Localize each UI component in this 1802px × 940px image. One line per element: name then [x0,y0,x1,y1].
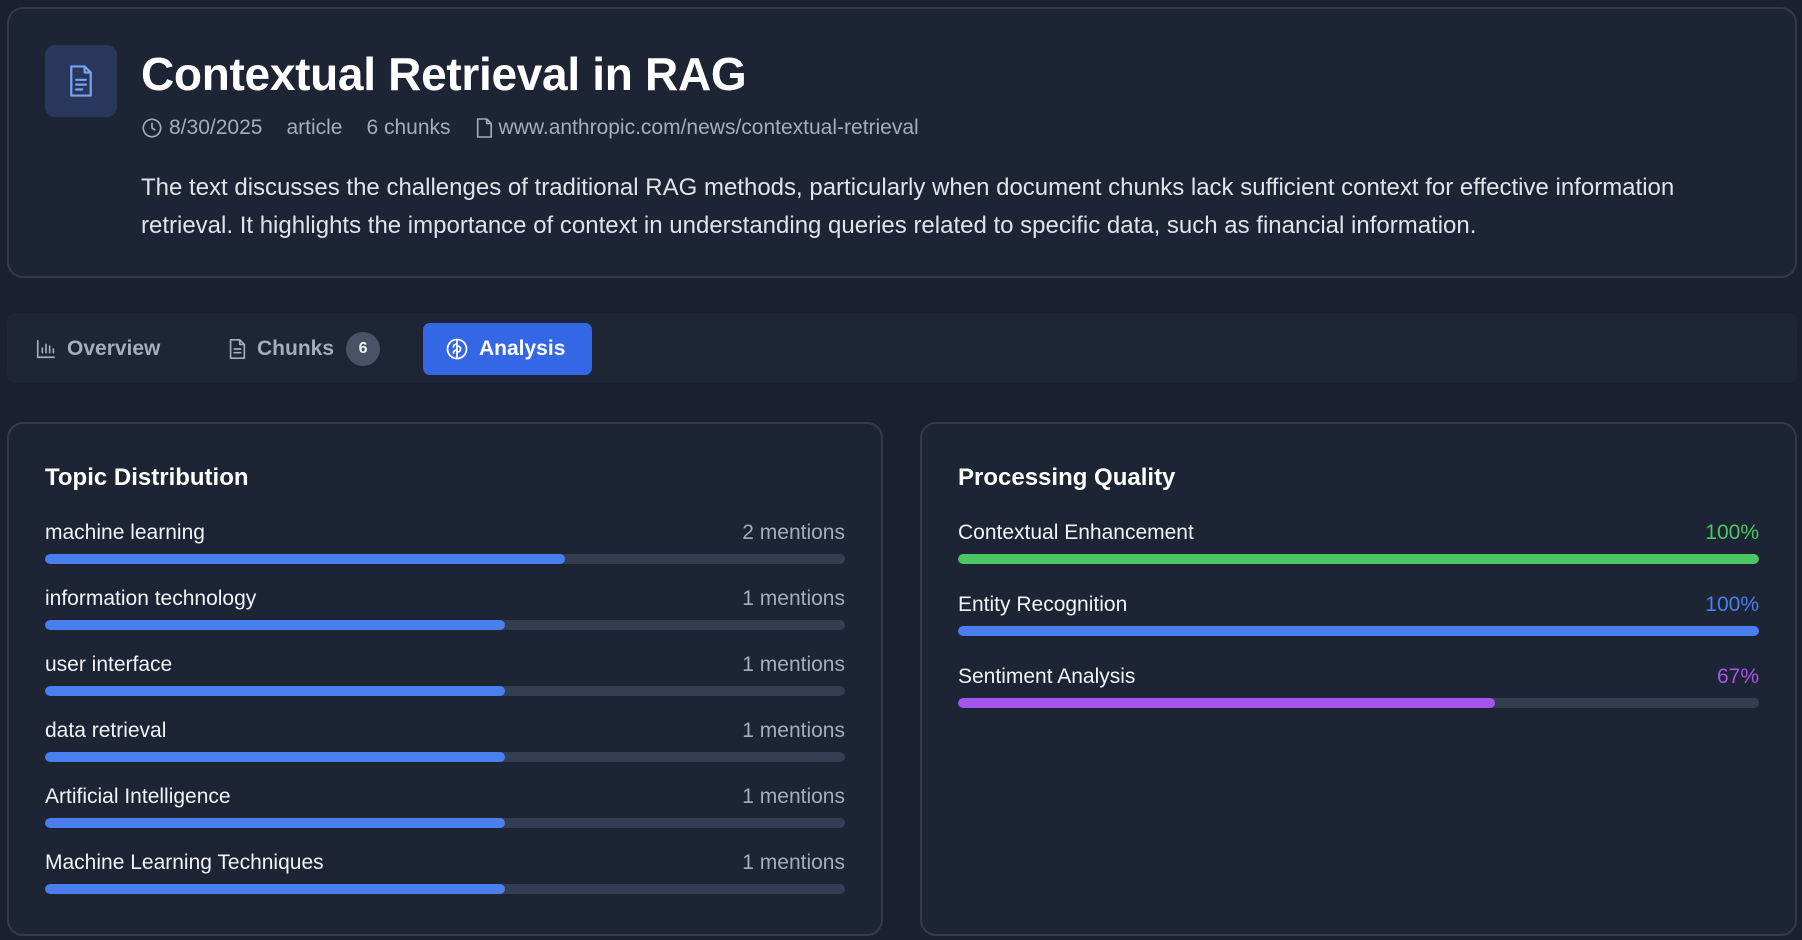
tab-chunks[interactable]: Chunks 6 [227,323,381,375]
topic-row: machine learning 2 mentions [45,520,845,586]
topic-mentions: 1 mentions [742,653,845,676]
topic-bar-track [45,818,845,828]
topic-mentions: 1 mentions [742,719,845,742]
topic-row: Artificial Intelligence 1 mentions [45,784,845,850]
quality-row: Sentiment Analysis 67% [958,664,1759,736]
processing-quality-title: Processing Quality [958,464,1176,491]
file-icon [476,118,492,138]
quality-bar-fill [958,626,1759,636]
topic-bar-fill [45,554,565,564]
topic-bar-track [45,752,845,762]
bar-chart-icon [36,339,56,359]
topic-mentions: 1 mentions [742,851,845,874]
topic-row: information technology 1 mentions [45,586,845,652]
quality-row: Entity Recognition 100% [958,592,1759,664]
document-icon [45,45,117,117]
topic-label: Machine Learning Techniques [45,851,324,874]
quality-bar-fill [958,554,1759,564]
quality-bar-track [958,626,1759,636]
quality-label: Sentiment Analysis [958,665,1136,688]
tab-overview[interactable]: Overview [35,323,160,375]
topic-label: data retrieval [45,719,167,742]
document-header-card: Contextual Retrieval in RAG 8/30/2025 ar… [7,7,1797,278]
tab-chunks-label: Chunks [257,337,335,360]
document-chunk-count: 6 chunks [366,116,451,139]
tab-overview-label: Overview [67,337,161,360]
topic-bar-track [45,620,845,630]
topic-bar-fill [45,884,505,894]
quality-bar-track [958,698,1759,708]
tab-analysis[interactable]: Analysis [423,323,592,375]
topic-row: Machine Learning Techniques 1 mentions [45,850,845,916]
document-icon [229,339,246,359]
processing-quality-panel: Processing Quality Contextual Enhancemen… [920,422,1797,936]
topic-bar-fill [45,620,505,630]
quality-percent: 100% [1705,521,1759,544]
topic-bar-track [45,884,845,894]
tab-analysis-label: Analysis [479,337,566,360]
topic-distribution-panel: Topic Distribution machine learning 2 me… [7,422,883,936]
chunks-count-badge: 6 [346,332,381,366]
topic-bar-fill [45,818,505,828]
brain-icon [446,338,468,360]
topic-mentions: 1 mentions [742,785,845,808]
document-date-text: 8/30/2025 [169,116,263,139]
quality-row: Contextual Enhancement 100% [958,520,1759,592]
topic-bar-fill [45,752,505,762]
topic-row: data retrieval 1 mentions [45,718,845,784]
topic-row: user interface 1 mentions [45,652,845,718]
quality-bar-fill [958,698,1495,708]
quality-list: Contextual Enhancement 100% Entity Recog… [958,520,1759,736]
quality-percent: 67% [1716,665,1759,688]
document-date: 8/30/2025 [141,116,262,140]
document-title: Contextual Retrieval in RAG [141,48,747,100]
quality-percent: 100% [1705,593,1759,616]
topic-distribution-title: Topic Distribution [45,464,249,491]
document-source-link[interactable]: www.anthropic.com/news/contextual-retrie… [475,116,919,140]
topic-bar-track [45,554,845,564]
topic-mentions: 1 mentions [742,587,845,610]
tab-bar: Overview Chunks 6 Analysis [7,313,1797,383]
quality-bar-track [958,554,1759,564]
topic-mentions: 2 mentions [742,521,845,544]
quality-label: Entity Recognition [958,593,1128,616]
document-meta: 8/30/2025 article 6 chunks www.anthropic… [141,116,943,140]
topic-list: machine learning 2 mentions information … [45,520,845,916]
topic-label: user interface [45,653,173,676]
quality-label: Contextual Enhancement [958,521,1194,544]
topic-bar-track [45,686,845,696]
document-source-url[interactable]: www.anthropic.com/news/contextual-retrie… [499,116,919,140]
topic-label: Artificial Intelligence [45,785,231,808]
document-type: article [286,116,343,139]
topic-label: machine learning [45,521,205,544]
clock-icon [142,118,162,138]
topic-bar-fill [45,686,505,696]
topic-label: information technology [45,587,257,610]
document-summary: The text discusses the challenges of tra… [141,174,1675,239]
